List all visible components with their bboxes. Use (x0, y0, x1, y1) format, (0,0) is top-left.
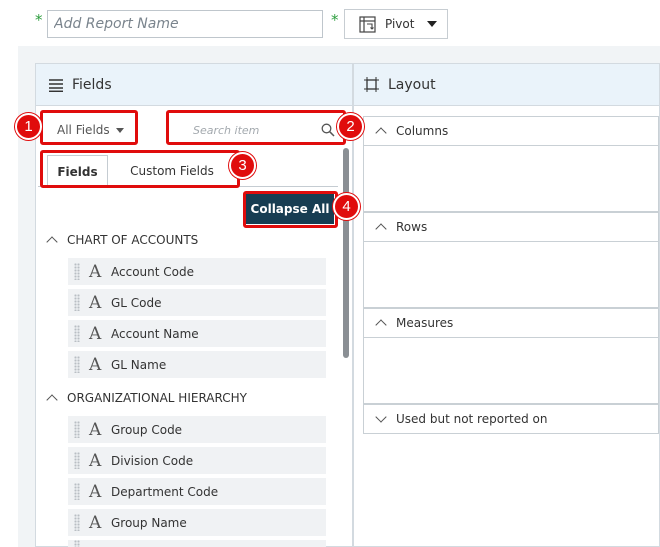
field-item[interactable]: A Division Code (68, 447, 326, 474)
text-field-icon: A (89, 450, 102, 471)
columns-drop-zone[interactable] (363, 146, 659, 212)
callout-highlight-4 (243, 191, 338, 228)
drag-handle-icon (74, 540, 80, 547)
group-title: CHART OF ACCOUNTS (67, 233, 199, 247)
section-label: Rows (396, 220, 428, 234)
field-item-partial[interactable] (68, 540, 326, 547)
fields-panel-header: Fields (36, 64, 352, 106)
field-label: GL Code (111, 295, 162, 310)
callout-badge-3: 3 (229, 152, 256, 179)
field-item[interactable]: A Account Code (68, 258, 326, 285)
chevron-up-icon (375, 319, 387, 331)
list-icon (49, 78, 63, 92)
section-header-columns[interactable]: Columns (363, 116, 659, 146)
text-field-icon: A (89, 323, 102, 344)
drag-handle-icon (74, 325, 80, 342)
text-field-icon: A (89, 512, 102, 533)
rows-drop-zone[interactable] (363, 242, 659, 308)
callout-badge-4: 4 (333, 193, 360, 220)
drag-handle-icon (74, 483, 80, 500)
report-type-dropdown[interactable]: Pivot (344, 9, 448, 39)
chevron-down-icon (427, 21, 438, 27)
field-label: Group Name (111, 515, 187, 530)
drag-handle-icon (74, 294, 80, 311)
chevron-up-icon (46, 236, 58, 248)
section-header-used-not-reported[interactable]: Used but not reported on (363, 404, 659, 434)
field-item[interactable]: A Group Code (68, 416, 326, 443)
fields-panel-title: Fields (72, 76, 112, 93)
field-label: Account Code (111, 264, 194, 279)
chevron-up-icon (46, 394, 58, 406)
chevron-up-icon (375, 127, 387, 139)
report-name-input[interactable] (47, 10, 323, 38)
field-item[interactable]: A Account Name (68, 320, 326, 347)
field-item[interactable]: A Group Name (68, 509, 326, 536)
required-marker: * (35, 11, 43, 29)
callout-badge-1: 1 (15, 113, 42, 140)
text-field-icon: A (89, 292, 102, 313)
section-label: Measures (396, 316, 454, 330)
callout-highlight-3 (40, 150, 240, 188)
group-header-chart-of-accounts[interactable]: CHART OF ACCOUNTS (46, 231, 199, 249)
field-item[interactable]: A GL Code (68, 289, 326, 316)
drag-handle-icon (74, 421, 80, 438)
section-label: Columns (396, 124, 449, 138)
section-label: Used but not reported on (396, 412, 548, 426)
callout-highlight-1 (40, 110, 138, 145)
field-label: Group Code (111, 422, 183, 437)
field-item[interactable]: A GL Name (68, 351, 326, 378)
pivot-icon (359, 15, 376, 33)
field-label: Division Code (111, 453, 194, 468)
layout-panel-title: Layout (388, 76, 436, 93)
layout-icon (364, 77, 379, 92)
text-field-icon: A (89, 419, 102, 440)
measures-drop-zone[interactable] (363, 338, 659, 404)
drag-handle-icon (74, 263, 80, 280)
drag-handle-icon (74, 452, 80, 469)
chevron-down-icon (375, 411, 387, 423)
layout-panel-header: Layout (354, 64, 659, 106)
drag-handle-icon (74, 514, 80, 531)
drag-handle-icon (74, 356, 80, 373)
chevron-up-icon (375, 223, 387, 235)
callout-badge-2: 2 (337, 113, 364, 140)
group-header-organizational-hierarchy[interactable]: ORGANIZATIONAL HIERARCHY (46, 389, 247, 407)
text-field-icon: A (89, 354, 102, 375)
field-item[interactable]: A Department Code (68, 478, 326, 505)
field-label: Department Code (111, 484, 219, 499)
report-type-label: Pivot (385, 17, 415, 31)
text-field-icon: A (89, 261, 102, 282)
callout-highlight-2 (166, 110, 346, 145)
section-header-rows[interactable]: Rows (363, 212, 659, 242)
group-title: ORGANIZATIONAL HIERARCHY (67, 391, 247, 405)
required-marker: * (331, 11, 339, 29)
field-label: Account Name (111, 326, 199, 341)
text-field-icon: A (89, 481, 102, 502)
field-label: GL Name (111, 357, 167, 372)
section-header-measures[interactable]: Measures (363, 308, 659, 338)
fields-scrollbar[interactable] (343, 148, 349, 358)
